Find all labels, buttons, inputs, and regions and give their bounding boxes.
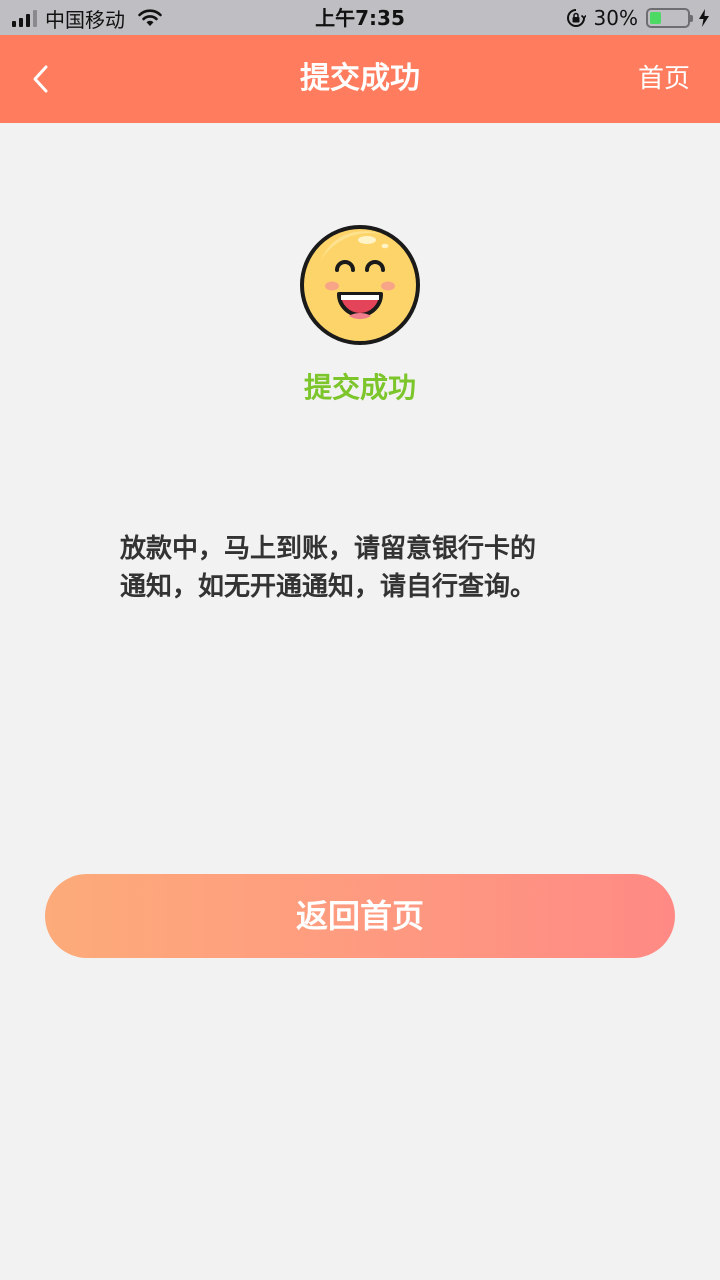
return-home-button[interactable]: 返回首页 <box>45 874 675 958</box>
nav-bar: 提交成功 首页 <box>0 35 720 123</box>
home-link[interactable]: 首页 <box>638 35 690 123</box>
battery-icon <box>646 8 693 28</box>
charging-icon <box>699 9 709 27</box>
battery-percent: 30% <box>593 6 638 30</box>
orientation-lock-icon <box>566 9 586 27</box>
message-line: 通知，如无开通通知，请自行查询。 <box>120 572 537 602</box>
chevron-left-icon[interactable] <box>26 61 56 97</box>
smiley-face-icon <box>300 225 420 345</box>
success-label: 提交成功 <box>303 371 416 404</box>
page-title: 提交成功 <box>300 61 420 96</box>
message-line: 放款中，马上到账，请留意银行卡的 <box>120 534 537 564</box>
status-right: 30% <box>566 5 710 31</box>
status-bar: 中国移动 上午7:35 30% <box>0 0 720 35</box>
status-message: 放款中，马上到账，请留意银行卡的 通知，如无开通通知，请自行查询。 <box>120 530 610 606</box>
battery-fill <box>650 12 661 24</box>
